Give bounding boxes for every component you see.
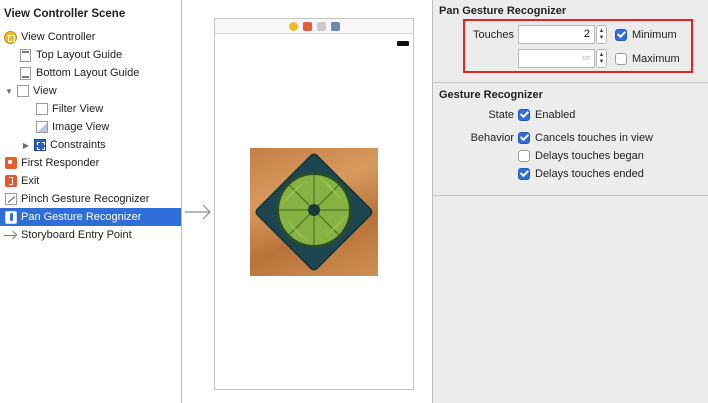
layout-guide-icon xyxy=(19,66,32,80)
constraints-icon xyxy=(33,139,46,152)
outline-item-first-responder[interactable]: First Responder xyxy=(0,154,181,172)
image-view[interactable] xyxy=(250,148,378,276)
enabled-checkbox[interactable] xyxy=(518,109,530,121)
delays-touches-began-checkbox[interactable] xyxy=(518,150,530,162)
first-responder-icon xyxy=(4,157,17,170)
gesture-section-title: Gesture Recognizer xyxy=(439,89,543,101)
outline-item-label: Top Layout Guide xyxy=(36,49,123,61)
disclosure-triangle-expanded-icon[interactable]: ▼ xyxy=(4,87,14,96)
outline-item-label: First Responder xyxy=(21,157,100,169)
outline-item-view[interactable]: ▼ View xyxy=(0,82,181,100)
battery-icon xyxy=(397,41,409,46)
outline-item-pan-gesture-recognizer[interactable]: Pan Gesture Recognizer xyxy=(0,208,181,226)
outline-item-top-layout-guide[interactable]: Top Layout Guide xyxy=(0,46,181,64)
outline-item-label: View Controller xyxy=(21,31,96,43)
outline-item-pinch-gesture-recognizer[interactable]: Pinch Gesture Recognizer xyxy=(0,190,181,208)
delays-touches-ended-label: Delays touches ended xyxy=(535,168,644,180)
section-divider xyxy=(433,195,708,196)
outline-item-storyboard-entry-point[interactable]: Storyboard Entry Point xyxy=(0,226,181,244)
annotation-highlight-box xyxy=(463,19,693,73)
outline-item-filter-view[interactable]: Filter View xyxy=(0,100,181,118)
pan-section-title: Pan Gesture Recognizer xyxy=(439,5,567,17)
outline-item-view-controller[interactable]: View Controller xyxy=(0,28,181,46)
outline-item-label: View xyxy=(33,85,57,97)
behavior-label: Behavior xyxy=(470,132,514,144)
outline-item-label: Image View xyxy=(52,121,110,133)
outline-item-image-view[interactable]: Image View xyxy=(0,118,181,136)
view-icon xyxy=(16,85,29,98)
coaster-photo xyxy=(255,153,373,271)
outline-item-constraints[interactable]: ▶ Constraints xyxy=(0,136,181,154)
section-divider xyxy=(433,82,708,83)
layout-guide-icon xyxy=(19,48,32,62)
cancels-touches-checkbox[interactable] xyxy=(518,132,530,144)
delays-touches-began-label: Delays touches began xyxy=(535,150,644,162)
exit-icon xyxy=(4,175,17,188)
outline-item-label: Pinch Gesture Recognizer xyxy=(21,193,150,205)
view-controller-scene[interactable] xyxy=(214,18,414,390)
pinch-gesture-icon xyxy=(4,193,17,206)
scene-dock xyxy=(215,19,413,34)
delays-touches-ended-checkbox[interactable] xyxy=(518,168,530,180)
dock-pan-gesture-icon[interactable] xyxy=(330,21,340,31)
dock-pinch-gesture-icon[interactable] xyxy=(316,21,326,31)
outline-item-label: Bottom Layout Guide xyxy=(36,67,140,79)
state-label: State xyxy=(488,109,514,121)
dock-first-responder-icon[interactable] xyxy=(302,21,312,31)
scene-title: View Controller Scene xyxy=(4,8,126,20)
entry-point-arrow-icon xyxy=(4,229,17,242)
view-controller-icon xyxy=(4,30,17,44)
outline-item-label: Storyboard Entry Point xyxy=(21,229,132,241)
outline-item-label: Exit xyxy=(21,175,40,187)
image-view-icon xyxy=(35,121,48,134)
pan-gesture-icon xyxy=(4,210,17,224)
outline-item-label: Filter View xyxy=(52,103,104,115)
outline-item-label: Constraints xyxy=(50,139,106,151)
enabled-label: Enabled xyxy=(535,109,576,121)
cancels-touches-label: Cancels touches in view xyxy=(535,132,654,144)
attributes-inspector: Pan Gesture Recognizer Touches 2 ▲ ▼ Min… xyxy=(432,0,708,403)
storyboard-entry-arrow-icon[interactable] xyxy=(184,203,212,221)
disclosure-triangle-collapsed-icon[interactable]: ▶ xyxy=(21,141,31,150)
document-outline: View Controller Scene View Controller To… xyxy=(0,0,182,403)
view-icon xyxy=(35,103,48,116)
outline-item-label: Pan Gesture Recognizer xyxy=(21,211,142,223)
outline-item-exit[interactable]: Exit xyxy=(0,172,181,190)
outline-item-bottom-layout-guide[interactable]: Bottom Layout Guide xyxy=(0,64,181,82)
dock-view-controller-icon[interactable] xyxy=(288,21,298,31)
storyboard-canvas[interactable] xyxy=(182,0,432,403)
